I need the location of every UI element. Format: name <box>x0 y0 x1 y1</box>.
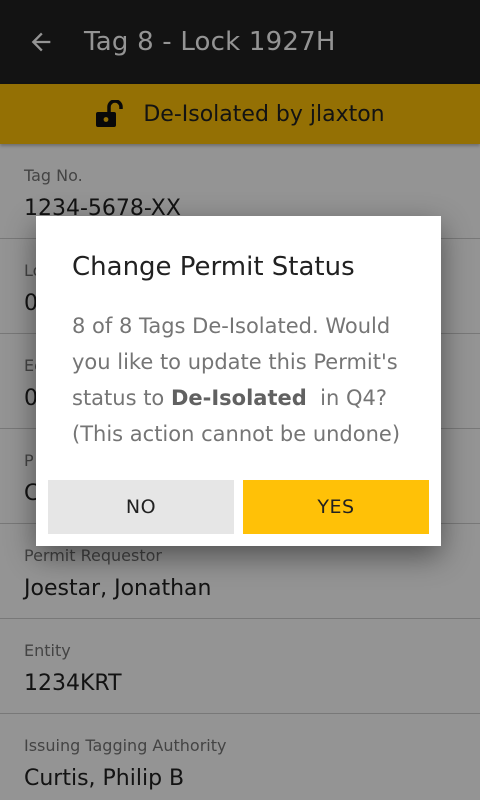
dialog-message-status: De-Isolated <box>170 386 307 410</box>
dialog-title: Change Permit Status <box>72 252 355 282</box>
yes-button[interactable]: YES <box>243 480 429 534</box>
no-button[interactable]: NO <box>48 480 234 534</box>
change-status-dialog: Change Permit Status 8 of 8 Tags De-Isol… <box>36 216 441 546</box>
dialog-message: 8 of 8 Tags De-Isolated. Would you like … <box>72 308 417 452</box>
